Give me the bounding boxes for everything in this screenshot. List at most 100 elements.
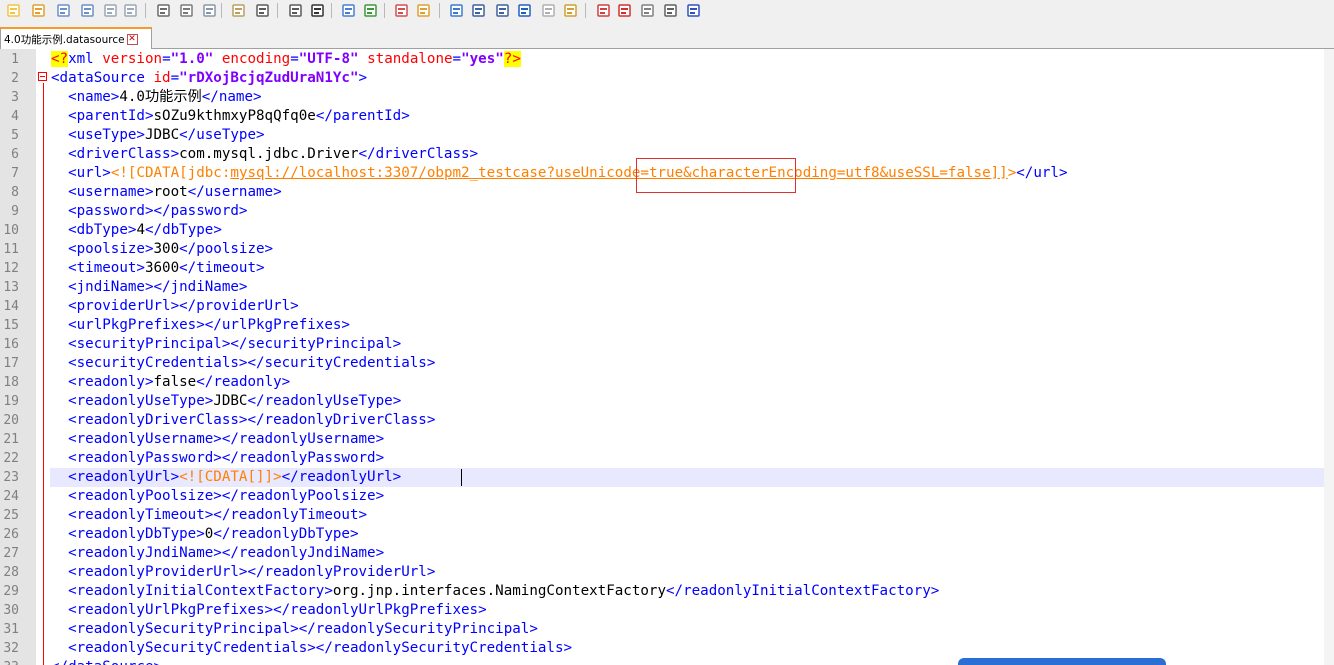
- save-icon[interactable]: [54, 1, 72, 19]
- code-line[interactable]: 13 <jndiName></jndiName>: [0, 278, 1334, 297]
- code-line[interactable]: 17 <securityCredentials></securityCreden…: [0, 354, 1334, 373]
- line-number: 14: [3, 299, 19, 314]
- open-file-icon[interactable]: [29, 1, 47, 19]
- code-line[interactable]: 16 <securityPrincipal></securityPrincipa…: [0, 335, 1334, 354]
- code-line[interactable]: 24 <readonlyPoolsize></readonlyPoolsize>: [0, 487, 1334, 506]
- toolbar-separator: [439, 3, 440, 18]
- floating-widget[interactable]: [958, 658, 1166, 665]
- line-number: 31: [3, 622, 19, 637]
- tab-label: 4.0功能示例.datasource: [4, 33, 125, 46]
- code-line[interactable]: 1 <?xml version="1.0" encoding="UTF-8" st…: [0, 50, 1334, 69]
- code-line[interactable]: 4 <parentId>sOZu9kthmxyP8qQfq0e</parentI…: [0, 107, 1334, 126]
- code-text: <useType>JDBC</useType>: [68, 127, 265, 143]
- close-icon[interactable]: [101, 1, 119, 19]
- line-number: 8: [11, 185, 19, 200]
- code-line[interactable]: 12 <timeout>3600</timeout>: [0, 259, 1334, 278]
- line-number: 4: [11, 109, 19, 124]
- zoom-out-icon[interactable]: [392, 1, 410, 19]
- copy-icon[interactable]: [200, 1, 218, 19]
- code-line[interactable]: 25 <readonlyTimeout></readonlyTimeout>: [0, 506, 1334, 525]
- line-number: 19: [3, 394, 19, 409]
- code-line[interactable]: 20 <readonlyDriverClass></readonlyDriver…: [0, 411, 1334, 430]
- code-line[interactable]: 31 <readonlySecurityPrincipal></readonly…: [0, 620, 1334, 639]
- close-all-icon[interactable]: [121, 1, 139, 19]
- code-text: <readonlyUsername></readonlyUsername>: [68, 431, 385, 447]
- line-number: 26: [3, 527, 19, 542]
- code-line[interactable]: 30 <readonlyUrlPkgPrefixes></readonlyUrl…: [0, 601, 1334, 620]
- replace-icon[interactable]: [339, 1, 357, 19]
- vertical-scrollbar[interactable]: [1324, 49, 1334, 665]
- cut-icon[interactable]: [177, 1, 195, 19]
- toolbar-separator: [585, 3, 586, 18]
- toolbar-separator: [145, 3, 146, 18]
- code-text: <securityPrincipal></securityPrincipal>: [68, 336, 402, 352]
- code-line[interactable]: 22 <readonlyPassword></readonlyPassword>: [0, 449, 1334, 468]
- code-line[interactable]: 19 <readonlyUseType>JDBC</readonlyUseTyp…: [0, 392, 1334, 411]
- code-text: <dbType>4</dbType>: [68, 222, 222, 238]
- code-line[interactable]: 23 <readonlyUrl><![CDATA[]]></readonlyUr…: [0, 468, 1334, 487]
- code-line[interactable]: 26 <readonlyDbType>0</readonlyDbType>: [0, 525, 1334, 544]
- stop-macro-icon[interactable]: [638, 1, 656, 19]
- word-wrap-icon[interactable]: [469, 1, 487, 19]
- new-file-icon[interactable]: [4, 1, 22, 19]
- code-line[interactable]: 28 <readonlyProviderUrl></readonlyProvid…: [0, 563, 1334, 582]
- line-number: 21: [3, 432, 19, 447]
- line-number: 17: [3, 356, 19, 371]
- toolbar: [0, 0, 1334, 24]
- line-number: 16: [3, 337, 19, 352]
- tab-bar: 4.0功能示例.datasource ✕: [0, 24, 1334, 49]
- code-line[interactable]: 18 <readonly>false</readonly>: [0, 373, 1334, 392]
- text-caret: [461, 469, 462, 486]
- line-number: 15: [3, 318, 19, 333]
- zoom-in-icon[interactable]: [361, 1, 379, 19]
- doc-map-icon[interactable]: [561, 1, 579, 19]
- code-line[interactable]: 27 <readonlyJndiName></readonlyJndiName>: [0, 544, 1334, 563]
- code-line[interactable]: 3 <name>4.0功能示例</name>: [0, 88, 1334, 107]
- line-number: 32: [3, 641, 19, 656]
- function-list-icon[interactable]: [594, 1, 612, 19]
- code-text: <readonlyUrlPkgPrefixes></readonlyUrlPkg…: [68, 602, 487, 618]
- code-line[interactable]: 15 <urlPkgPrefixes></urlPkgPrefixes>: [0, 316, 1334, 335]
- line-number: 18: [3, 375, 19, 390]
- find-icon[interactable]: [308, 1, 326, 19]
- line-number: 9: [11, 204, 19, 219]
- line-number: 3: [11, 90, 19, 105]
- code-line[interactable]: 5 <useType>JDBC</useType>: [0, 126, 1334, 145]
- undo-icon[interactable]: [253, 1, 271, 19]
- line-number: 30: [3, 603, 19, 618]
- code-line[interactable]: 21 <readonlyUsername></readonlyUsername>: [0, 430, 1334, 449]
- record-macro-icon[interactable]: [615, 1, 633, 19]
- redo-icon[interactable]: [286, 1, 304, 19]
- paste-icon[interactable]: [229, 1, 247, 19]
- code-line[interactable]: 29 <readonlyInitialContextFactory>org.jn…: [0, 582, 1334, 601]
- code-line[interactable]: 14 <providerUrl></providerUrl>: [0, 297, 1334, 316]
- show-all-chars-icon[interactable]: [493, 1, 511, 19]
- line-number: 1: [11, 52, 19, 67]
- line-number: 13: [3, 280, 19, 295]
- play-macro-icon[interactable]: [661, 1, 679, 19]
- close-icon[interactable]: ✕: [126, 33, 138, 45]
- code-line[interactable]: 2 <dataSource id="rDXojBcjqZudUraN1Yc">: [0, 69, 1334, 88]
- tab-datasource-file[interactable]: 4.0功能示例.datasource ✕: [0, 27, 152, 49]
- code-editor[interactable]: 1 <?xml version="1.0" encoding="UTF-8" st…: [0, 49, 1334, 665]
- line-number: 29: [3, 584, 19, 599]
- code-line[interactable]: 11 <poolsize>300</poolsize>: [0, 240, 1334, 259]
- line-number: 23: [3, 470, 19, 485]
- sync-horizontal-icon[interactable]: [447, 1, 465, 19]
- code-text: <urlPkgPrefixes></urlPkgPrefixes>: [68, 317, 350, 333]
- code-text: <readonlyProviderUrl></readonlyProviderU…: [68, 564, 436, 580]
- code-line[interactable]: 10 <dbType>4</dbType>: [0, 221, 1334, 240]
- indent-guide-icon[interactable]: [515, 1, 533, 19]
- code-text: <readonlyUrl><![CDATA[]]></readonlyUrl>: [68, 469, 402, 485]
- save-all-icon[interactable]: [78, 1, 96, 19]
- toolbar-separator: [384, 3, 385, 18]
- user-language-icon[interactable]: [539, 1, 557, 19]
- code-line[interactable]: 9 <password></password>: [0, 202, 1334, 221]
- code-text: <poolsize>300</poolsize>: [68, 241, 274, 257]
- print-icon[interactable]: [154, 1, 172, 19]
- code-line[interactable]: 32 <readonlySecurityCredentials></readon…: [0, 639, 1334, 658]
- run-macro-multiple-icon[interactable]: [684, 1, 702, 19]
- sync-vertical-icon[interactable]: [414, 1, 432, 19]
- code-text: <dataSource id="rDXojBcjqZudUraN1Yc">: [51, 70, 368, 86]
- line-number: 27: [3, 546, 19, 561]
